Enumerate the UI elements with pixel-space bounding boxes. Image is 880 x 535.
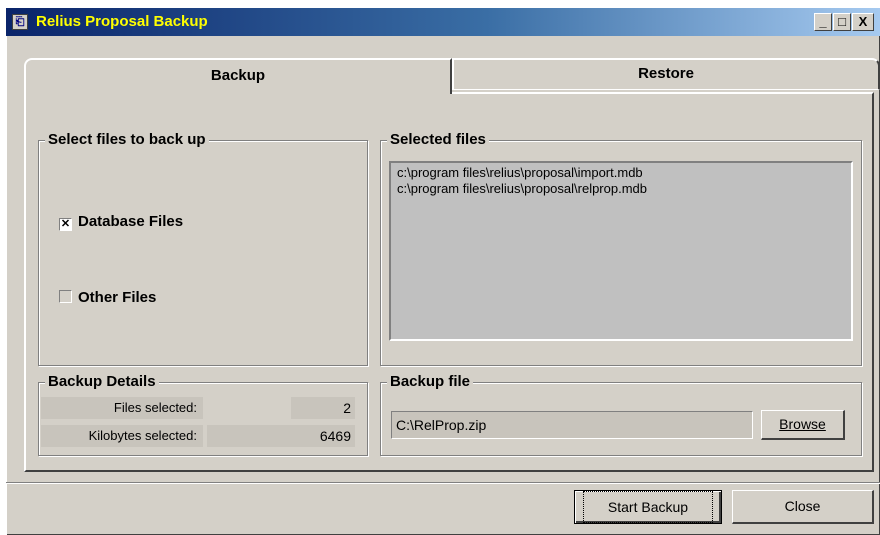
database-files-checkbox[interactable]: ✕ Database Files [59,213,183,231]
files-selected-value: 2 [291,397,355,419]
backup-file-path-field[interactable]: C:\RelProp.zip [391,411,753,439]
tab-backup[interactable]: Backup [24,58,452,94]
window-title: Relius Proposal Backup [36,13,208,30]
list-item[interactable]: c:\program files\relius\proposal\relprop… [397,181,845,197]
selected-files-label: Selected files [387,131,489,148]
app-icon[interactable]: ⎗ [12,14,28,30]
start-backup-button[interactable]: Start Backup [574,490,722,524]
tab-restore[interactable]: Restore [452,58,880,90]
kilobytes-selected-value: 6469 [207,425,355,447]
backup-file-label: Backup file [387,373,474,390]
browse-button-label: Browse [779,416,826,432]
select-files-group: Select files to back up ✕ Database Files … [38,131,368,366]
backup-file-group: Backup file C:\RelProp.zip Browse [380,373,862,456]
browse-button[interactable]: Browse [761,410,845,440]
close-button[interactable]: Close [732,490,874,524]
app-window: ⎗ Relius Proposal Backup _ □ X Restore B… [6,8,880,535]
selected-files-list[interactable]: c:\program files\relius\proposal\import.… [389,161,853,341]
database-files-label: Database Files [78,213,184,230]
unchecked-box-icon [59,290,72,303]
backup-details-group: Backup Details Files selected: 2 Kilobyt… [38,373,368,456]
footer-divider [6,482,880,484]
selected-files-group: Selected files c:\program files\relius\p… [380,131,862,366]
start-backup-label: Start Backup [582,491,714,523]
files-selected-label: Files selected: [41,397,203,419]
maximize-button[interactable]: □ [833,13,851,31]
minimize-button[interactable]: _ [814,13,832,31]
kilobytes-selected-label: Kilobytes selected: [41,425,203,447]
other-files-checkbox[interactable]: Other Files [59,289,156,306]
backup-tab-panel: Select files to back up ✕ Database Files … [24,92,874,472]
list-item[interactable]: c:\program files\relius\proposal\import.… [397,165,845,181]
close-window-button[interactable]: X [852,13,874,31]
backup-details-label: Backup Details [45,373,159,390]
check-x-icon: ✕ [59,218,72,231]
title-bar[interactable]: ⎗ Relius Proposal Backup _ □ X [6,8,880,36]
select-files-label: Select files to back up [45,131,209,148]
other-files-label: Other Files [78,289,157,306]
